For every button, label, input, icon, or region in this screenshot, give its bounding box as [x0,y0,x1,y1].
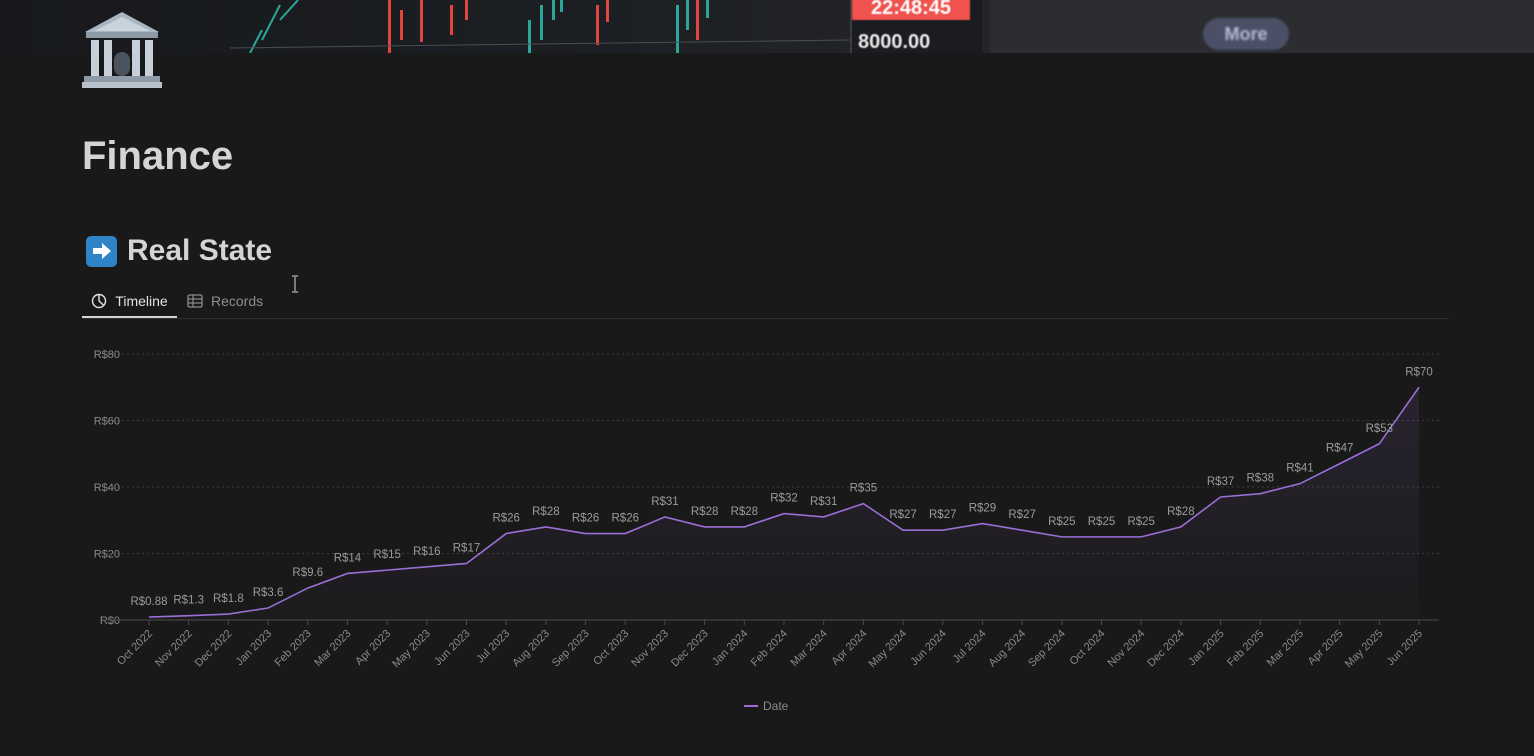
bank-building-icon[interactable] [82,10,162,90]
x-tick-label: Jan 2023 [234,628,274,668]
data-label: R$25 [1088,516,1116,528]
x-tick-label: May 2025 [1343,628,1386,671]
data-label: R$37 [1207,476,1235,488]
data-label: R$26 [492,513,520,525]
view-tabs: Timeline Records [82,285,1449,319]
text-cursor-icon [292,275,298,293]
tab-label: Timeline [115,292,168,309]
x-tick-label: Aug 2023 [510,628,552,670]
x-tick-label: Nov 2023 [629,628,671,670]
data-label: R$26 [572,513,600,525]
data-label: R$27 [929,509,957,521]
x-tick-label: Mar 2023 [312,628,353,669]
cover-image: 22:48:45 8000.00 More [0,0,1534,53]
data-label: R$0.88 [130,596,167,608]
cover-more-button: More [1203,18,1289,50]
chart-pie-icon [92,293,107,308]
data-label: R$1.3 [173,595,204,607]
x-tick-label: Sep 2023 [550,628,592,670]
x-tick-label: Jan 2025 [1186,628,1226,668]
data-label: R$41 [1286,463,1314,475]
x-tick-label: Jun 2024 [908,628,948,668]
x-tick-label: Jan 2024 [710,628,750,668]
x-tick-label: May 2024 [867,628,910,671]
data-label: R$25 [1048,516,1076,528]
data-label: R$32 [770,493,798,505]
data-label: R$70 [1405,366,1433,378]
x-tick-label: Oct 2023 [591,628,631,668]
cover-clock-text: 22:48:45 [852,0,970,20]
data-label: R$16 [413,546,441,558]
data-label: R$53 [1366,423,1394,435]
database-title[interactable]: Real State [127,234,272,268]
data-label: R$3.6 [253,587,284,599]
y-tick-label: R$40 [94,482,120,494]
data-label: R$28 [731,506,759,518]
table-icon [187,294,203,308]
y-tick-label: R$20 [94,549,120,561]
y-tick-label: R$60 [94,416,120,428]
data-label: R$27 [1008,509,1036,521]
data-label: R$29 [969,503,997,515]
data-label: R$38 [1247,473,1275,485]
x-tick-label: Sep 2024 [1026,628,1068,670]
data-label: R$35 [850,483,878,495]
y-tick-label: R$0 [100,615,120,627]
database-header: Real State [86,234,272,268]
x-tick-label: Feb 2025 [1225,628,1266,669]
data-label: R$1.8 [213,593,244,605]
x-tick-label: Jun 2023 [432,628,472,668]
page-title: Finance [82,134,234,178]
right-arrow-icon [86,235,117,267]
data-label: R$31 [810,496,838,508]
tab-label: Records [211,293,264,309]
x-tick-label: Oct 2022 [115,628,155,668]
x-tick-label: Feb 2023 [273,628,314,669]
data-label: R$26 [612,513,640,525]
data-label: R$15 [373,549,401,561]
data-label: R$9.6 [292,567,323,579]
x-tick-label: Dec 2023 [669,628,711,670]
x-tick-label: Oct 2024 [1068,628,1108,668]
x-tick-label: Nov 2024 [1106,628,1148,670]
x-tick-label: Dec 2024 [1145,628,1187,670]
x-tick-label: Feb 2024 [749,628,790,669]
data-label: R$17 [453,542,481,554]
x-tick-label: Apr 2025 [1306,628,1346,668]
legend-label: Date [763,699,789,713]
x-tick-label: Apr 2024 [829,628,869,668]
cover-price-text: 8000.00 [858,31,931,53]
data-label: R$28 [691,506,719,518]
data-label: R$28 [1167,506,1195,518]
x-tick-label: Jun 2025 [1385,628,1425,668]
x-tick-label: May 2023 [390,628,433,671]
data-label: R$28 [532,506,560,518]
x-tick-label: Dec 2022 [193,628,235,670]
data-label: R$14 [334,552,362,564]
x-tick-label: Nov 2022 [153,628,195,670]
timeline-chart[interactable]: R$0 R$20 R$40 R$60 R$80 R$0.88 Oct 2022 R$1.3 No… [82,330,1462,730]
line-chart-svg: R$0 R$20 R$40 R$60 R$80 R$0.88 Oct 2022 R$1.3 No… [94,349,1439,713]
tab-records[interactable]: Records [187,285,263,317]
x-tick-label: Mar 2025 [1265,628,1306,669]
tab-timeline[interactable]: Timeline [82,285,177,318]
x-tick-label: Apr 2023 [353,628,393,668]
data-label: R$31 [651,496,679,508]
x-tick-label: Jul 2023 [474,628,512,666]
x-tick-label: Jul 2024 [951,628,989,666]
data-label: R$25 [1127,516,1155,528]
data-label: R$27 [889,509,917,521]
x-tick-label: Aug 2024 [986,628,1028,670]
y-tick-label: R$80 [94,349,120,361]
x-tick-label: Mar 2024 [788,628,829,669]
data-label: R$47 [1326,443,1354,455]
